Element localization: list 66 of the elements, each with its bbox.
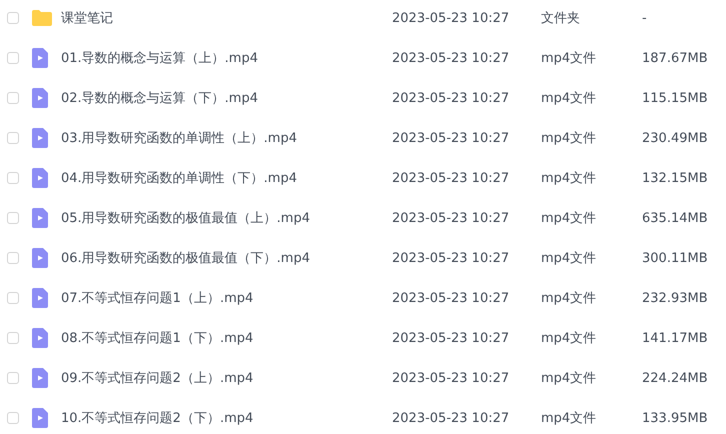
video-file-icon	[32, 208, 48, 228]
file-name[interactable]: 10.不等式恒存问题2（下）.mp4	[61, 409, 392, 427]
file-size: 232.93MB	[642, 290, 709, 306]
file-type: mp4文件	[541, 130, 598, 147]
file-type: mp4文件	[541, 170, 598, 187]
file-name[interactable]: 02.导数的概念与运算（下）.mp4	[61, 89, 392, 107]
file-size: 133.95MB	[642, 410, 709, 426]
modified-date: 2023-05-23 10:27	[392, 290, 510, 306]
file-type: mp4文件	[541, 330, 598, 347]
video-file-icon	[32, 328, 48, 348]
video-file-icon	[32, 128, 48, 148]
file-size: 187.67MB	[642, 50, 709, 66]
modified-date: 2023-05-23 10:27	[392, 170, 510, 186]
file-size: 115.15MB	[642, 90, 709, 106]
file-type: mp4文件	[541, 50, 598, 67]
file-size: 635.14MB	[642, 210, 709, 226]
modified-date: 2023-05-23 10:27	[392, 90, 510, 106]
file-name[interactable]: 01.导数的概念与运算（上）.mp4	[61, 49, 392, 67]
checkbox[interactable]	[7, 412, 19, 424]
modified-date: 2023-05-23 10:27	[392, 410, 510, 426]
file-name[interactable]: 05.用导数研究函数的极值最值（上）.mp4	[61, 209, 392, 227]
file-name[interactable]: 课堂笔记	[61, 9, 392, 27]
checkbox[interactable]	[7, 52, 19, 64]
file-name[interactable]: 04.用导数研究函数的单调性（下）.mp4	[61, 169, 392, 187]
file-size: 224.24MB	[642, 370, 709, 386]
modified-date: 2023-05-23 10:27	[392, 330, 510, 346]
checkbox[interactable]	[7, 212, 19, 224]
modified-date: 2023-05-23 10:27	[392, 10, 510, 26]
file-type: mp4文件	[541, 410, 598, 427]
checkbox[interactable]	[7, 92, 19, 104]
video-file-icon	[32, 48, 48, 68]
checkbox[interactable]	[7, 12, 19, 24]
file-name[interactable]: 06.用导数研究函数的极值最值（下）.mp4	[61, 249, 392, 267]
video-file-icon	[32, 88, 48, 108]
file-size: 141.17MB	[642, 330, 709, 346]
file-name[interactable]: 07.不等式恒存问题1（上）.mp4	[61, 289, 392, 307]
file-type: mp4文件	[541, 250, 598, 267]
checkbox[interactable]	[7, 252, 19, 264]
modified-date: 2023-05-23 10:27	[392, 50, 510, 66]
file-size: 300.11MB	[642, 250, 709, 266]
modified-date: 2023-05-23 10:27	[392, 130, 510, 146]
file-size: 230.49MB	[642, 130, 709, 146]
modified-date: 2023-05-23 10:27	[392, 210, 510, 226]
modified-date: 2023-05-23 10:27	[392, 250, 510, 266]
video-file-icon	[32, 168, 48, 188]
video-file-icon	[32, 248, 48, 268]
checkbox[interactable]	[7, 292, 19, 304]
file-type: mp4文件	[541, 370, 598, 387]
video-file-icon	[32, 408, 48, 428]
video-file-icon	[32, 288, 48, 308]
video-file-icon	[32, 368, 48, 388]
file-type: mp4文件	[541, 210, 598, 227]
file-type: mp4文件	[541, 290, 598, 307]
file-size: 132.15MB	[642, 170, 709, 186]
folder-icon	[32, 10, 52, 26]
file-size: -	[642, 10, 648, 26]
file-name[interactable]: 03.用导数研究函数的单调性（上）.mp4	[61, 129, 392, 147]
checkbox[interactable]	[7, 172, 19, 184]
file-name[interactable]: 08.不等式恒存问题1（下）.mp4	[61, 329, 392, 347]
checkbox[interactable]	[7, 372, 19, 384]
modified-date: 2023-05-23 10:27	[392, 370, 510, 386]
file-name[interactable]: 09.不等式恒存问题2（上）.mp4	[61, 369, 392, 387]
file-type: mp4文件	[541, 90, 598, 107]
checkbox[interactable]	[7, 332, 19, 344]
file-type: 文件夹	[541, 10, 581, 27]
checkbox[interactable]	[7, 132, 19, 144]
